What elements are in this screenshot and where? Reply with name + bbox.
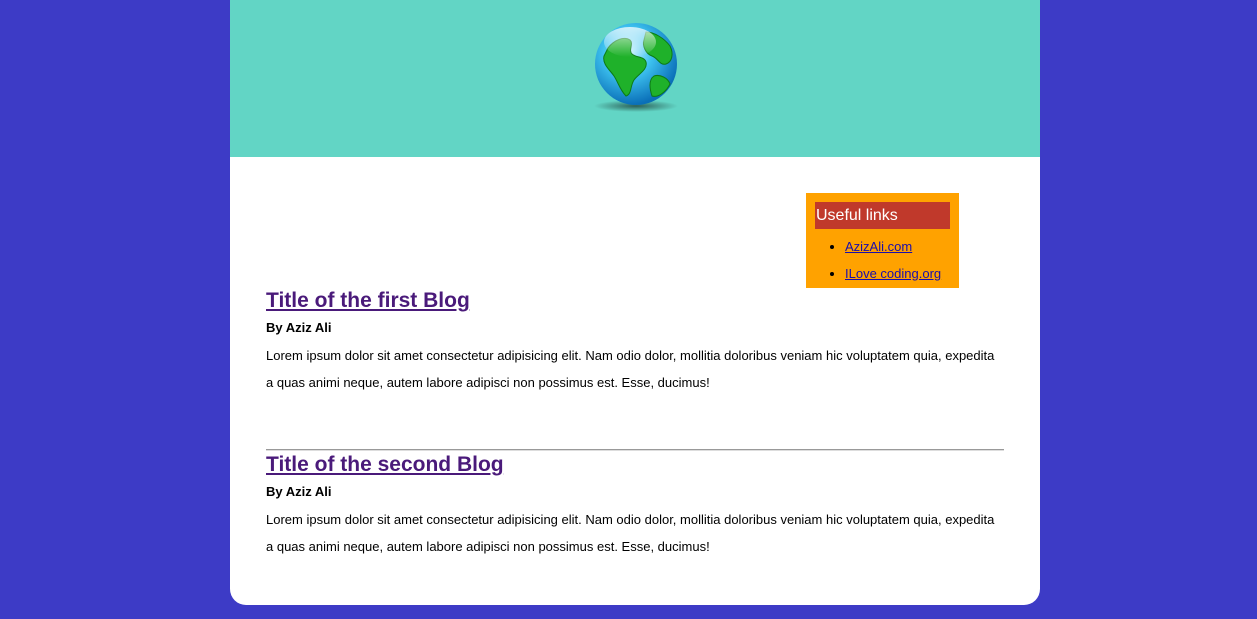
- site-header: [230, 0, 1040, 157]
- sidebar-title: Useful links: [815, 202, 950, 229]
- post-body: Lorem ipsum dolor sit amet consectetur a…: [266, 512, 995, 554]
- post-body: Lorem ipsum dolor sit amet consectetur a…: [266, 348, 995, 390]
- link-ilovecoding[interactable]: ILove coding.org: [845, 266, 941, 281]
- post-author: By Aziz Ali: [266, 484, 332, 499]
- globe-icon: [588, 18, 684, 114]
- useful-links-sidebar: Useful links AzizAli.com ILove coding.or…: [806, 193, 959, 288]
- list-item: ILove coding.org: [845, 260, 950, 287]
- link-azizali[interactable]: AzizAli.com: [845, 239, 912, 254]
- page-container: Useful links AzizAli.com ILove coding.or…: [230, 0, 1040, 605]
- post-author: By Aziz Ali: [266, 320, 332, 335]
- post-title-link[interactable]: Title of the first Blog: [266, 286, 1004, 316]
- list-item: AzizAli.com: [845, 233, 950, 260]
- blog-post: Title of the first Blog By Aziz Ali Lore…: [266, 286, 1004, 396]
- links-list: AzizAli.com ILove coding.org: [815, 233, 950, 287]
- blog-post: Title of the second Blog By Aziz Ali Lor…: [266, 450, 1004, 560]
- post-title-link[interactable]: Title of the second Blog: [266, 450, 1004, 480]
